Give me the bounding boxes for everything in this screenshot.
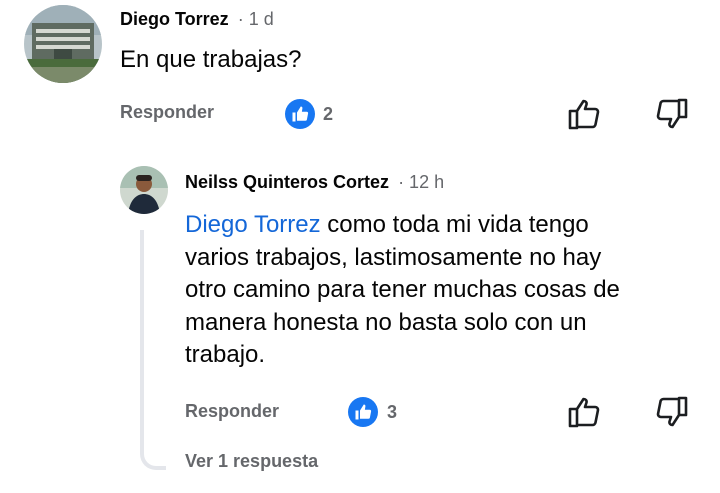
like-reaction-icon[interactable] [348, 397, 378, 427]
reply-header: Neilss Quinteros Cortez · 12 h [185, 172, 444, 193]
thread-connector-line [140, 230, 166, 470]
avatar-diego-torrez[interactable] [24, 5, 102, 83]
building-photo [24, 5, 102, 83]
reply-text-line: varios trabajos, lastimosamente no hay [185, 243, 602, 271]
author-name[interactable]: Neilss Quinteros Cortez [185, 172, 389, 192]
thumbs-up-icon [355, 404, 372, 420]
like-button[interactable] [564, 94, 604, 134]
reply-button[interactable]: Responder [185, 401, 279, 422]
avatar-neilss-quinteros-cortez[interactable] [120, 166, 168, 214]
reply-text-line: trabajo. [185, 341, 266, 368]
dislike-button[interactable] [652, 94, 692, 134]
comment-header: Diego Torrez · 1 d [120, 9, 274, 30]
thumbs-up-icon [292, 106, 309, 122]
comment-text: En que trabajas? [120, 46, 302, 73]
reply-button[interactable]: Responder [120, 102, 214, 123]
like-count: 3 [387, 402, 398, 422]
reply-text-line: Diego Torrez como toda mi vida tengo [185, 211, 589, 238]
profile-photo [120, 166, 168, 214]
like-reaction-icon[interactable] [285, 99, 315, 129]
like-button[interactable] [564, 392, 604, 432]
thumbs-up-icon [568, 99, 600, 130]
thumbs-up-icon [568, 397, 600, 428]
thumbs-down-icon [656, 396, 688, 427]
author-name[interactable]: Diego Torrez [120, 9, 229, 29]
like-count: 2 [323, 104, 334, 124]
reply-text: Diego Torrez como toda mi vida tengo var… [185, 209, 705, 372]
reply-text-line: manera honesta no basta solo con un [185, 308, 587, 336]
view-replies-link[interactable]: Ver 1 respuesta [185, 451, 318, 472]
timestamp[interactable]: · 1 d [238, 9, 274, 29]
dislike-button[interactable] [652, 392, 692, 432]
thumbs-down-icon [656, 98, 688, 129]
mention-link[interactable]: Diego Torrez [185, 211, 321, 238]
reply-text-line: otro camino para tener muchas cosas de [185, 276, 620, 303]
timestamp[interactable]: · 12 h [398, 172, 444, 192]
